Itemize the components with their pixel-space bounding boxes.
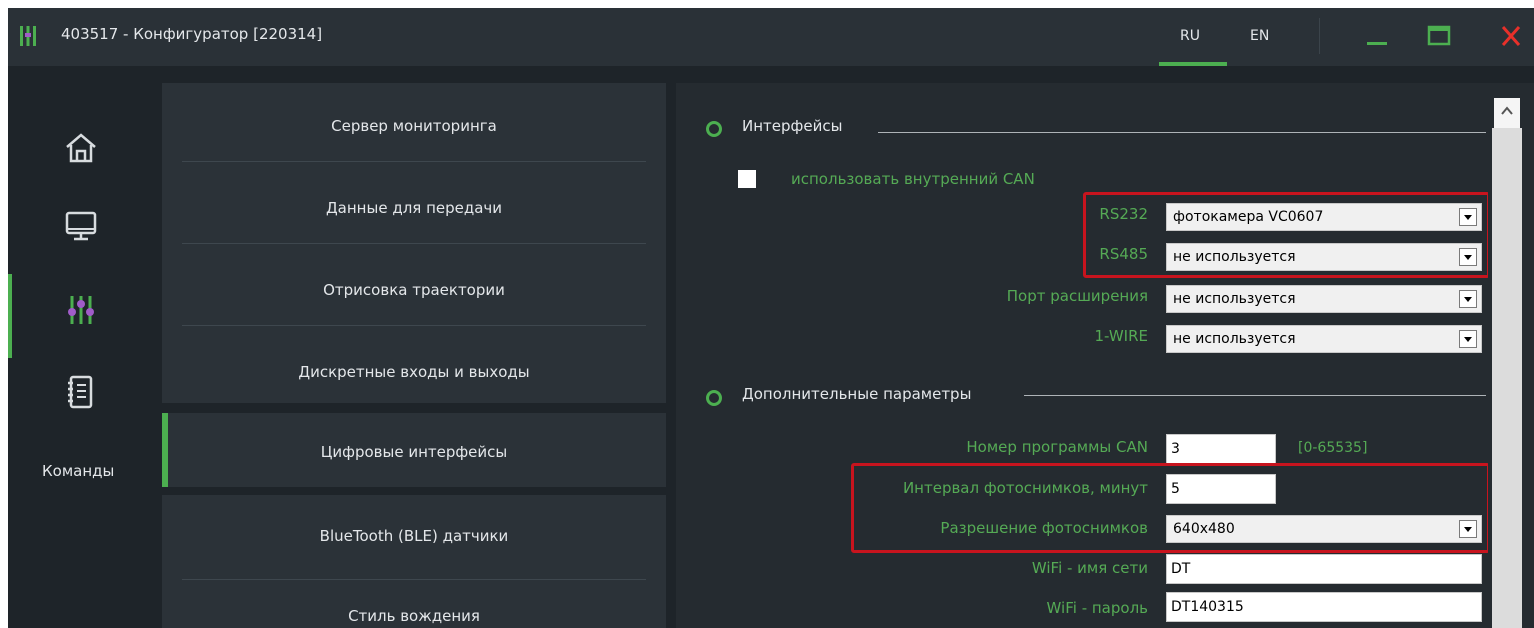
expansion-port-value: не используется <box>1173 291 1296 307</box>
section-additional-title: Дополнительные параметры <box>742 385 972 403</box>
home-icon[interactable] <box>63 130 99 166</box>
menu-item-discrete-io[interactable]: Дискретные входы и выходы <box>162 363 666 381</box>
section-divider <box>878 132 1486 133</box>
use-internal-can-checkbox[interactable] <box>738 170 756 188</box>
can-program-range: [0-65535] <box>1298 440 1368 456</box>
notebook-icon[interactable] <box>63 374 99 410</box>
language-en-button[interactable]: EN <box>1250 28 1269 44</box>
settings-menu: Сервер мониторинга Данные для передачи О… <box>162 83 674 628</box>
settings-panel: Интерфейсы использовать внутренний CAN R… <box>676 83 1490 628</box>
can-program-value: 3 <box>1171 441 1180 457</box>
language-ru-button[interactable]: RU <box>1180 28 1200 44</box>
scrollbar-thumb[interactable] <box>1492 128 1522 628</box>
rs-highlight-frame <box>1083 192 1490 278</box>
wifi-ssid-input[interactable]: DT <box>1166 554 1482 584</box>
expansion-port-select[interactable]: не используется <box>1166 285 1482 313</box>
wifi-password-value: DT140315 <box>1171 599 1244 615</box>
sliders-icon[interactable] <box>63 292 99 328</box>
window-title: 403517 - Конфигуратор [220314] <box>61 25 323 43</box>
menu-divider <box>182 243 646 244</box>
menu-divider <box>182 161 646 162</box>
one-wire-select[interactable]: не используется <box>1166 325 1482 353</box>
wifi-password-input[interactable]: DT140315 <box>1166 592 1482 622</box>
wifi-password-label: WiFi - пароль <box>1046 599 1148 617</box>
title-bar: 403517 - Конфигуратор [220314] RU EN <box>8 8 1534 66</box>
chevron-down-icon[interactable] <box>1459 290 1477 308</box>
section-bullet-icon <box>706 121 722 137</box>
scroll-up-icon[interactable] <box>1494 98 1520 128</box>
configurator-window: 403517 - Конфигуратор [220314] RU EN Ком… <box>8 8 1534 628</box>
wifi-ssid-value: DT <box>1171 561 1191 577</box>
titlebar-separator <box>1319 18 1320 54</box>
menu-item-digital-interfaces[interactable]: Цифровые интерфейсы <box>162 443 666 461</box>
menu-item-driving-style[interactable]: Стиль вождения <box>162 607 666 625</box>
can-program-label: Номер программы CAN <box>966 438 1148 456</box>
menu-item-track-drawing[interactable]: Отрисовка траектории <box>162 281 666 299</box>
rail-active-indicator <box>8 274 12 358</box>
minimize-icon[interactable] <box>1362 22 1392 50</box>
photo-highlight-frame <box>851 463 1490 553</box>
menu-item-transfer-data[interactable]: Данные для передачи <box>162 199 666 217</box>
menu-item-bluetooth-sensors[interactable]: BlueTooth (BLE) датчики <box>162 527 666 545</box>
menu-divider <box>182 579 646 580</box>
maximize-icon[interactable] <box>1424 22 1454 50</box>
close-icon[interactable] <box>1496 22 1526 50</box>
expansion-port-label: Порт расширения <box>1006 287 1148 305</box>
chevron-down-icon[interactable] <box>1459 330 1477 348</box>
wifi-ssid-label: WiFi - имя сети <box>1031 559 1148 577</box>
one-wire-value: не используется <box>1173 331 1296 347</box>
section-divider <box>1024 395 1486 396</box>
menu-group-active: Цифровые интерфейсы <box>162 413 666 487</box>
active-language-indicator <box>1159 62 1227 66</box>
monitor-icon[interactable] <box>63 208 99 244</box>
icon-rail: Команды <box>8 66 162 628</box>
use-internal-can-label[interactable]: использовать внутренний CAN <box>791 170 1035 188</box>
menu-group-top: Сервер мониторинга Данные для передачи О… <box>162 83 666 403</box>
section-bullet-icon <box>706 390 722 406</box>
commands-label[interactable]: Команды <box>42 462 114 480</box>
can-program-input[interactable]: 3 <box>1166 434 1276 464</box>
menu-active-indicator <box>162 413 168 487</box>
menu-group-bottom: BlueTooth (BLE) датчики Стиль вождения <box>162 495 666 628</box>
menu-divider <box>182 325 646 326</box>
app-logo-icon <box>20 26 36 46</box>
one-wire-label: 1-WIRE <box>1094 327 1148 345</box>
menu-item-monitoring-server[interactable]: Сервер мониторинга <box>162 117 666 135</box>
section-interfaces-title: Интерфейсы <box>742 117 843 135</box>
